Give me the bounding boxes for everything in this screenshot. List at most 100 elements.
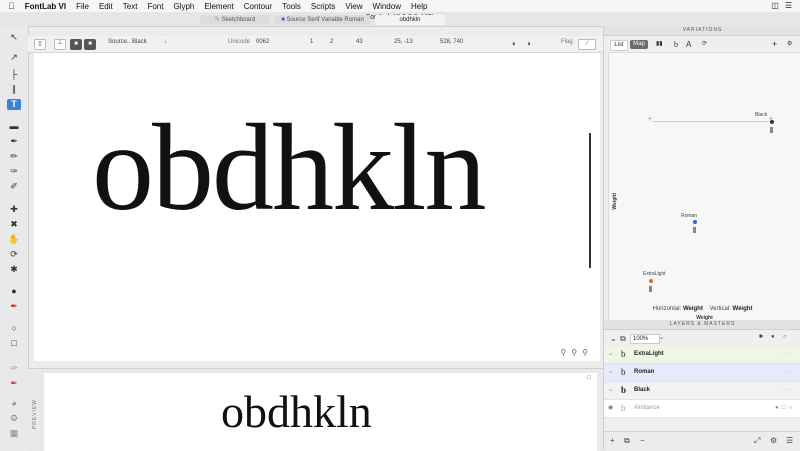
visibility-icon[interactable]: ●	[771, 334, 775, 340]
variations-map[interactable]: + + Black Roman ExtraLight Weight Weight	[608, 52, 800, 322]
menu-edit[interactable]: Edit	[99, 2, 113, 11]
tab-glyph[interactable]: obdhkln	[375, 15, 445, 25]
menu-window[interactable]: Window	[373, 2, 401, 11]
menu-tools[interactable]: Tools	[282, 2, 301, 11]
element-select-icon[interactable]: ↗	[7, 52, 21, 63]
layer-visibility-icon[interactable]: ⌄	[608, 368, 613, 375]
bars-icon[interactable]: ▮▮	[656, 40, 663, 49]
layer-row-extralight[interactable]: ⌄ b ExtraLight ···	[604, 346, 800, 364]
add-icon[interactable]: +	[772, 40, 777, 49]
ellipse-icon[interactable]: ○	[7, 323, 21, 334]
metrics-icon[interactable]: ├	[7, 69, 21, 80]
axis-min-handle[interactable]: +	[648, 116, 652, 123]
eyedropper-icon[interactable]: ✱	[7, 264, 21, 275]
menu-file[interactable]: File	[76, 2, 89, 11]
brush-icon[interactable]: ✒	[7, 136, 21, 147]
panel-settings-icon[interactable]: ⚙	[770, 436, 777, 445]
layer-eye-icon[interactable]: ◉	[608, 404, 613, 411]
text-tool-icon[interactable]: T	[7, 99, 21, 110]
layers-zoom-field[interactable]: 100%	[630, 334, 660, 344]
sidebar-toggle-icon[interactable]: ▯	[34, 39, 46, 50]
layer-options-icon[interactable]: ···	[780, 351, 795, 357]
glyph-a-icon[interactable]: A	[686, 40, 691, 49]
instance-extralight-dot[interactable]	[649, 279, 653, 283]
list-icon[interactable]: ☰	[785, 1, 792, 10]
font-source-label[interactable]: Source.. Black	[108, 39, 147, 45]
refresh-icon[interactable]: ⟳	[702, 40, 707, 49]
tab-sketchboard[interactable]: ✎ Sketchboard	[200, 15, 270, 25]
layer-row-instance[interactable]: ◉ b #instance ●□○	[604, 400, 800, 418]
menu-app-name[interactable]: FontLab VI	[25, 2, 66, 11]
rapid-pen-icon[interactable]: ✐	[7, 181, 21, 192]
panel-toggle-icon[interactable]: ◫	[771, 1, 779, 10]
instance-roman-dot[interactable]	[693, 220, 697, 224]
settings-gear-icon[interactable]: ⚙	[787, 40, 792, 49]
outline-icon[interactable]: ○	[783, 334, 787, 340]
menu-element[interactable]: Element	[204, 2, 233, 11]
layer-visibility-icon[interactable]: ⌄	[608, 350, 613, 357]
tab-font[interactable]: ■ Source Serif Variable Roman	[275, 15, 370, 25]
horizontal-axis-select[interactable]: Weight	[683, 306, 703, 312]
zoom-icon[interactable]: ⚲	[571, 348, 577, 357]
copy-icon[interactable]: ⧉	[620, 334, 626, 344]
unicode-field[interactable]: 0062	[256, 39, 269, 45]
knife-icon[interactable]: ✚	[7, 204, 21, 215]
menu-font[interactable]: Font	[147, 2, 163, 11]
remove-layer-icon[interactable]: −	[640, 436, 645, 445]
dropdown-icon[interactable]: ↓	[164, 39, 167, 45]
instance-black-dot[interactable]	[770, 120, 774, 124]
view-mode-1-icon[interactable]: ■	[70, 39, 82, 50]
scissors-icon[interactable]: ✖	[7, 219, 21, 230]
glyph-b-icon[interactable]: b	[674, 40, 678, 49]
layers-icon[interactable]: ▦	[7, 428, 21, 439]
duplicate-layer-icon[interactable]: ⧉	[624, 436, 630, 446]
metrics-toggle-icon[interactable]: ┴	[54, 39, 66, 50]
view-mode-2-icon[interactable]: ■	[84, 39, 96, 50]
zoom-out-icon[interactable]: ⚲	[560, 348, 566, 357]
lock-icon[interactable]: ■	[759, 334, 763, 340]
zoom-in-icon[interactable]: ⚲	[582, 348, 588, 357]
layer-row-black[interactable]: ⌄ b Black ···	[604, 382, 800, 400]
pen-icon[interactable]: ✑	[7, 166, 21, 177]
red-brush-icon[interactable]: ✒	[7, 301, 21, 312]
red-pen-icon[interactable]: ✒	[7, 378, 21, 389]
menu-glyph[interactable]: Glyph	[173, 2, 194, 11]
fill-mode-icon[interactable]: ◐	[512, 39, 517, 48]
settings-icon[interactable]: ⚙	[7, 413, 21, 424]
fill-icon[interactable]: ●	[7, 286, 21, 297]
pencil-tool-icon[interactable]: ✏	[7, 151, 21, 162]
zoom-dropdown-icon[interactable]: ⌄	[659, 334, 664, 341]
layer-visibility-icon[interactable]: ⌄	[608, 386, 613, 393]
hand-icon[interactable]: ✋	[7, 234, 21, 245]
canvas-text[interactable]: obdhkln	[92, 106, 486, 230]
kerning-icon[interactable]: ∥	[7, 84, 21, 95]
preview-canvas[interactable]: obdhkln □	[44, 373, 597, 451]
layer-options-icon[interactable]: ···	[780, 369, 795, 375]
contour-select-icon[interactable]: ↖	[7, 32, 21, 43]
menu-text[interactable]: Text	[123, 2, 138, 11]
flag-color-swatch[interactable]: ⟋	[578, 39, 596, 50]
map-view-button[interactable]: Map	[630, 40, 648, 49]
menu-contour[interactable]: Contour	[244, 2, 272, 11]
apple-icon[interactable]: 	[8, 1, 15, 11]
glyph-canvas[interactable]: obdhkln ⚲ ⚲ ⚲	[34, 53, 600, 361]
pen-grey-icon[interactable]: ✑	[7, 363, 21, 374]
panel-menu-icon[interactable]: ☰	[786, 436, 793, 445]
menu-scripts[interactable]: Scripts	[311, 2, 335, 11]
rectangle-icon[interactable]: □	[7, 338, 21, 349]
list-view-button[interactable]: List	[610, 40, 628, 51]
bucket-icon[interactable]: ◕	[7, 398, 21, 409]
add-layer-icon[interactable]: +	[610, 436, 615, 445]
layer-options-icon[interactable]: ···	[780, 387, 795, 393]
eraser-icon[interactable]: ▬	[7, 121, 21, 132]
expand-icon[interactable]: ⤢	[754, 436, 760, 446]
vertical-axis-select[interactable]: Weight	[733, 306, 753, 312]
contour-mode-icon[interactable]: ◑	[526, 39, 531, 48]
menu-view[interactable]: View	[345, 2, 362, 11]
layer-options-icon[interactable]: ●□○	[775, 405, 795, 411]
collapse-icon[interactable]: ⌄	[610, 334, 617, 343]
preview-close-icon[interactable]: □	[587, 375, 591, 381]
menu-help[interactable]: Help	[411, 2, 427, 11]
layer-row-roman[interactable]: ⌄ b Roman ···	[604, 364, 800, 382]
rotate-icon[interactable]: ⟳	[7, 249, 21, 260]
